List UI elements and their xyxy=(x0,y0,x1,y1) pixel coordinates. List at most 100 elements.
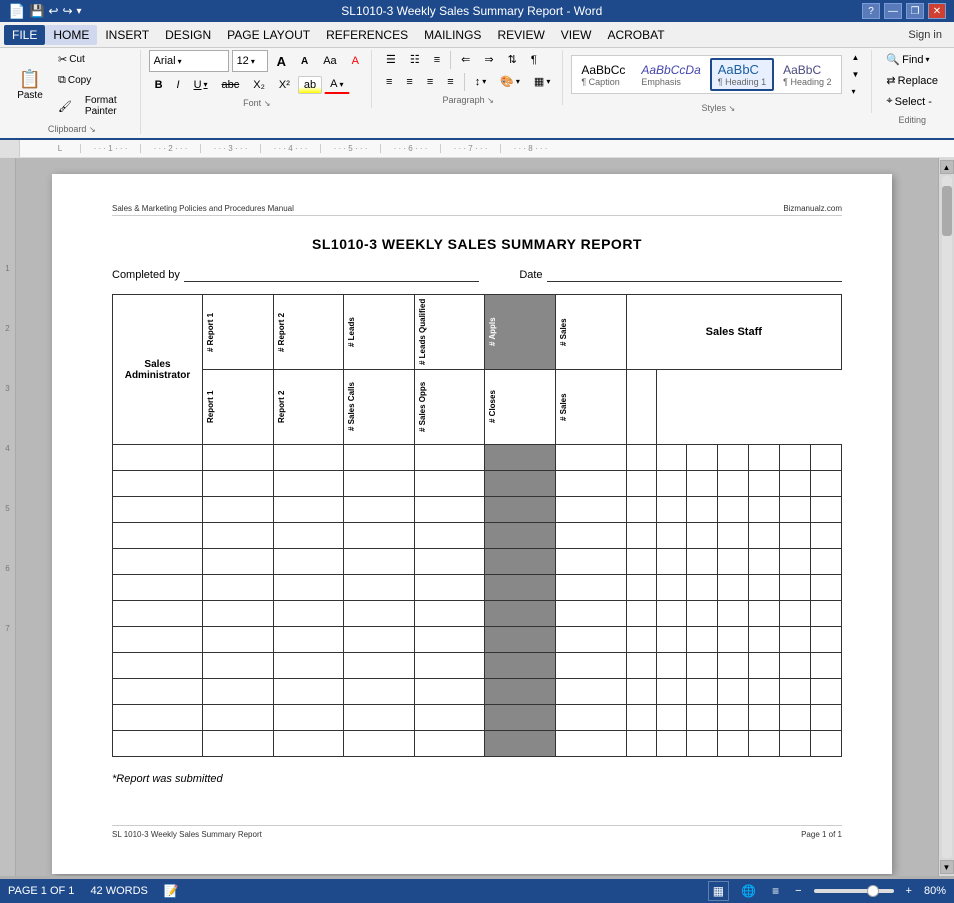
style-heading1[interactable]: AaBbC ¶ Heading 1 xyxy=(710,58,774,91)
table-cell[interactable] xyxy=(344,471,415,497)
table-cell[interactable] xyxy=(687,445,718,471)
table-cell[interactable] xyxy=(718,731,749,757)
table-cell[interactable] xyxy=(656,705,687,731)
strikethrough-button[interactable]: abc xyxy=(216,76,246,94)
paste-button[interactable]: 📋 Paste xyxy=(10,57,50,113)
table-cell[interactable] xyxy=(113,497,203,523)
table-cell[interactable] xyxy=(273,679,344,705)
table-cell[interactable] xyxy=(485,497,556,523)
table-cell[interactable] xyxy=(687,705,718,731)
table-cell[interactable] xyxy=(687,653,718,679)
table-cell[interactable] xyxy=(485,445,556,471)
table-cell[interactable] xyxy=(414,679,485,705)
table-cell[interactable] xyxy=(811,575,842,601)
table-cell[interactable] xyxy=(113,445,203,471)
style-caption[interactable]: AaBbCc ¶ Caption xyxy=(574,60,632,90)
table-cell[interactable] xyxy=(656,731,687,757)
align-left-button[interactable]: ≡ xyxy=(380,73,398,91)
font-name-selector[interactable]: Arial ▾ xyxy=(149,50,229,72)
table-cell[interactable] xyxy=(273,627,344,653)
multilevel-list-button[interactable]: ≡ xyxy=(428,51,446,69)
menu-home[interactable]: HOME xyxy=(45,25,97,45)
table-cell[interactable] xyxy=(113,653,203,679)
font-size-selector[interactable]: 12 ▾ xyxy=(232,50,268,72)
table-cell[interactable] xyxy=(687,679,718,705)
table-cell[interactable] xyxy=(555,445,626,471)
table-cell[interactable] xyxy=(344,705,415,731)
italic-button[interactable]: I xyxy=(171,76,186,94)
table-cell[interactable] xyxy=(273,549,344,575)
justify-button[interactable]: ≡ xyxy=(441,73,459,91)
table-cell[interactable] xyxy=(656,471,687,497)
scroll-down-btn[interactable]: ▼ xyxy=(940,860,954,874)
table-cell[interactable] xyxy=(555,523,626,549)
style-emphasis[interactable]: AaBbCcDa Emphasis xyxy=(634,60,707,90)
clear-format-button[interactable]: A xyxy=(346,52,365,70)
text-highlight-button[interactable]: ab xyxy=(298,76,322,94)
table-cell[interactable] xyxy=(811,731,842,757)
table-cell[interactable] xyxy=(485,575,556,601)
table-cell[interactable] xyxy=(626,627,656,653)
table-cell[interactable] xyxy=(811,627,842,653)
table-cell[interactable] xyxy=(113,549,203,575)
table-cell[interactable] xyxy=(555,497,626,523)
table-cell[interactable] xyxy=(414,445,485,471)
table-cell[interactable] xyxy=(414,601,485,627)
table-cell[interactable] xyxy=(626,705,656,731)
table-cell[interactable] xyxy=(485,471,556,497)
table-cell[interactable] xyxy=(718,653,749,679)
completed-by-line[interactable] xyxy=(184,268,479,282)
table-cell[interactable] xyxy=(203,705,274,731)
table-cell[interactable] xyxy=(203,497,274,523)
table-cell[interactable] xyxy=(626,523,656,549)
bold-button[interactable]: B xyxy=(149,76,169,94)
table-cell[interactable] xyxy=(749,549,780,575)
table-cell[interactable] xyxy=(273,705,344,731)
change-case-button[interactable]: Aa xyxy=(317,52,342,70)
table-cell[interactable] xyxy=(811,497,842,523)
view-print-btn[interactable]: ▦ xyxy=(708,881,729,901)
table-cell[interactable] xyxy=(485,549,556,575)
table-cell[interactable] xyxy=(555,679,626,705)
view-web-btn[interactable]: 🌐 xyxy=(737,882,760,900)
table-cell[interactable] xyxy=(203,445,274,471)
table-cell[interactable] xyxy=(555,575,626,601)
table-cell[interactable] xyxy=(687,471,718,497)
table-cell[interactable] xyxy=(344,523,415,549)
table-cell[interactable] xyxy=(113,523,203,549)
table-cell[interactable] xyxy=(555,549,626,575)
subscript-button[interactable]: X₂ xyxy=(247,76,271,94)
table-cell[interactable] xyxy=(626,445,656,471)
table-cell[interactable] xyxy=(555,601,626,627)
table-cell[interactable] xyxy=(687,601,718,627)
table-cell[interactable] xyxy=(811,445,842,471)
table-cell[interactable] xyxy=(485,653,556,679)
shading-button[interactable]: 🎨▾ xyxy=(494,72,526,91)
table-cell[interactable] xyxy=(414,705,485,731)
table-cell[interactable] xyxy=(203,627,274,653)
table-cell[interactable] xyxy=(203,679,274,705)
table-cell[interactable] xyxy=(718,575,749,601)
table-cell[interactable] xyxy=(656,523,687,549)
table-cell[interactable] xyxy=(485,601,556,627)
table-cell[interactable] xyxy=(687,523,718,549)
table-cell[interactable] xyxy=(485,731,556,757)
table-cell[interactable] xyxy=(811,653,842,679)
table-cell[interactable] xyxy=(203,549,274,575)
table-cell[interactable] xyxy=(626,731,656,757)
table-cell[interactable] xyxy=(344,601,415,627)
table-cell[interactable] xyxy=(555,471,626,497)
sign-in-link[interactable]: Sign in xyxy=(900,27,950,43)
cut-button[interactable]: ✂Cut xyxy=(52,50,134,69)
table-cell[interactable] xyxy=(811,679,842,705)
table-cell[interactable] xyxy=(113,627,203,653)
scroll-thumb[interactable] xyxy=(942,186,952,236)
table-cell[interactable] xyxy=(780,601,811,627)
table-cell[interactable] xyxy=(555,705,626,731)
table-cell[interactable] xyxy=(811,705,842,731)
table-cell[interactable] xyxy=(344,627,415,653)
table-cell[interactable] xyxy=(344,731,415,757)
table-cell[interactable] xyxy=(414,731,485,757)
table-cell[interactable] xyxy=(203,575,274,601)
table-cell[interactable] xyxy=(780,549,811,575)
